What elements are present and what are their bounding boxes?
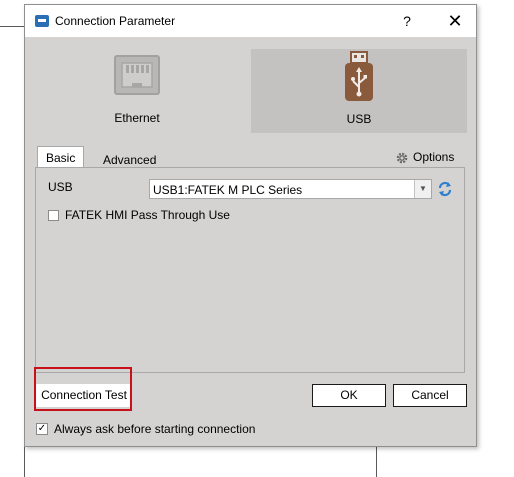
title-bar: Connection Parameter ? ✕ xyxy=(25,5,476,37)
chevron-down-icon[interactable]: ▼ xyxy=(414,180,431,198)
connection-test-button[interactable]: Connection Test xyxy=(36,384,132,407)
background-line-left xyxy=(24,447,25,477)
window-title: Connection Parameter xyxy=(55,14,176,28)
gear-icon xyxy=(396,152,408,164)
background-line-top xyxy=(0,26,24,27)
hmi-pass-through-checkbox[interactable] xyxy=(48,210,59,221)
usb-device-value: USB1:FATEK M PLC Series xyxy=(153,183,303,197)
background-line-right xyxy=(376,447,377,477)
options-button[interactable]: Options xyxy=(395,147,454,167)
help-button[interactable]: ? xyxy=(387,5,427,37)
app-icon xyxy=(35,15,49,27)
cancel-button[interactable]: Cancel xyxy=(393,384,467,407)
basic-tab-panel: USB USB1:FATEK M PLC Series ▼ FATEK HMI … xyxy=(35,167,465,373)
connection-type-ethernet[interactable]: Ethernet xyxy=(29,49,245,133)
hmi-pass-through-label: FATEK HMI Pass Through Use xyxy=(65,208,230,222)
usb-drive-icon xyxy=(345,51,373,101)
tab-basic[interactable]: Basic xyxy=(37,146,85,168)
ethernet-label: Ethernet xyxy=(114,111,160,125)
usb-device-select[interactable]: USB1:FATEK M PLC Series ▼ xyxy=(149,179,432,199)
always-ask-label: Always ask before starting connection xyxy=(54,422,256,436)
always-ask-checkbox[interactable]: ✓ xyxy=(36,423,48,435)
refresh-icon[interactable] xyxy=(436,180,454,198)
close-button[interactable]: ✕ xyxy=(435,5,475,37)
options-label: Options xyxy=(413,150,455,164)
connection-parameter-dialog: Connection Parameter ? ✕ Ethernet USB Ba… xyxy=(24,4,477,447)
usb-label: USB xyxy=(346,112,372,126)
connection-type-usb[interactable]: USB xyxy=(251,49,467,133)
ethernet-port-icon xyxy=(114,55,160,95)
usb-field-label: USB xyxy=(48,180,73,194)
ok-button[interactable]: OK xyxy=(312,384,386,407)
